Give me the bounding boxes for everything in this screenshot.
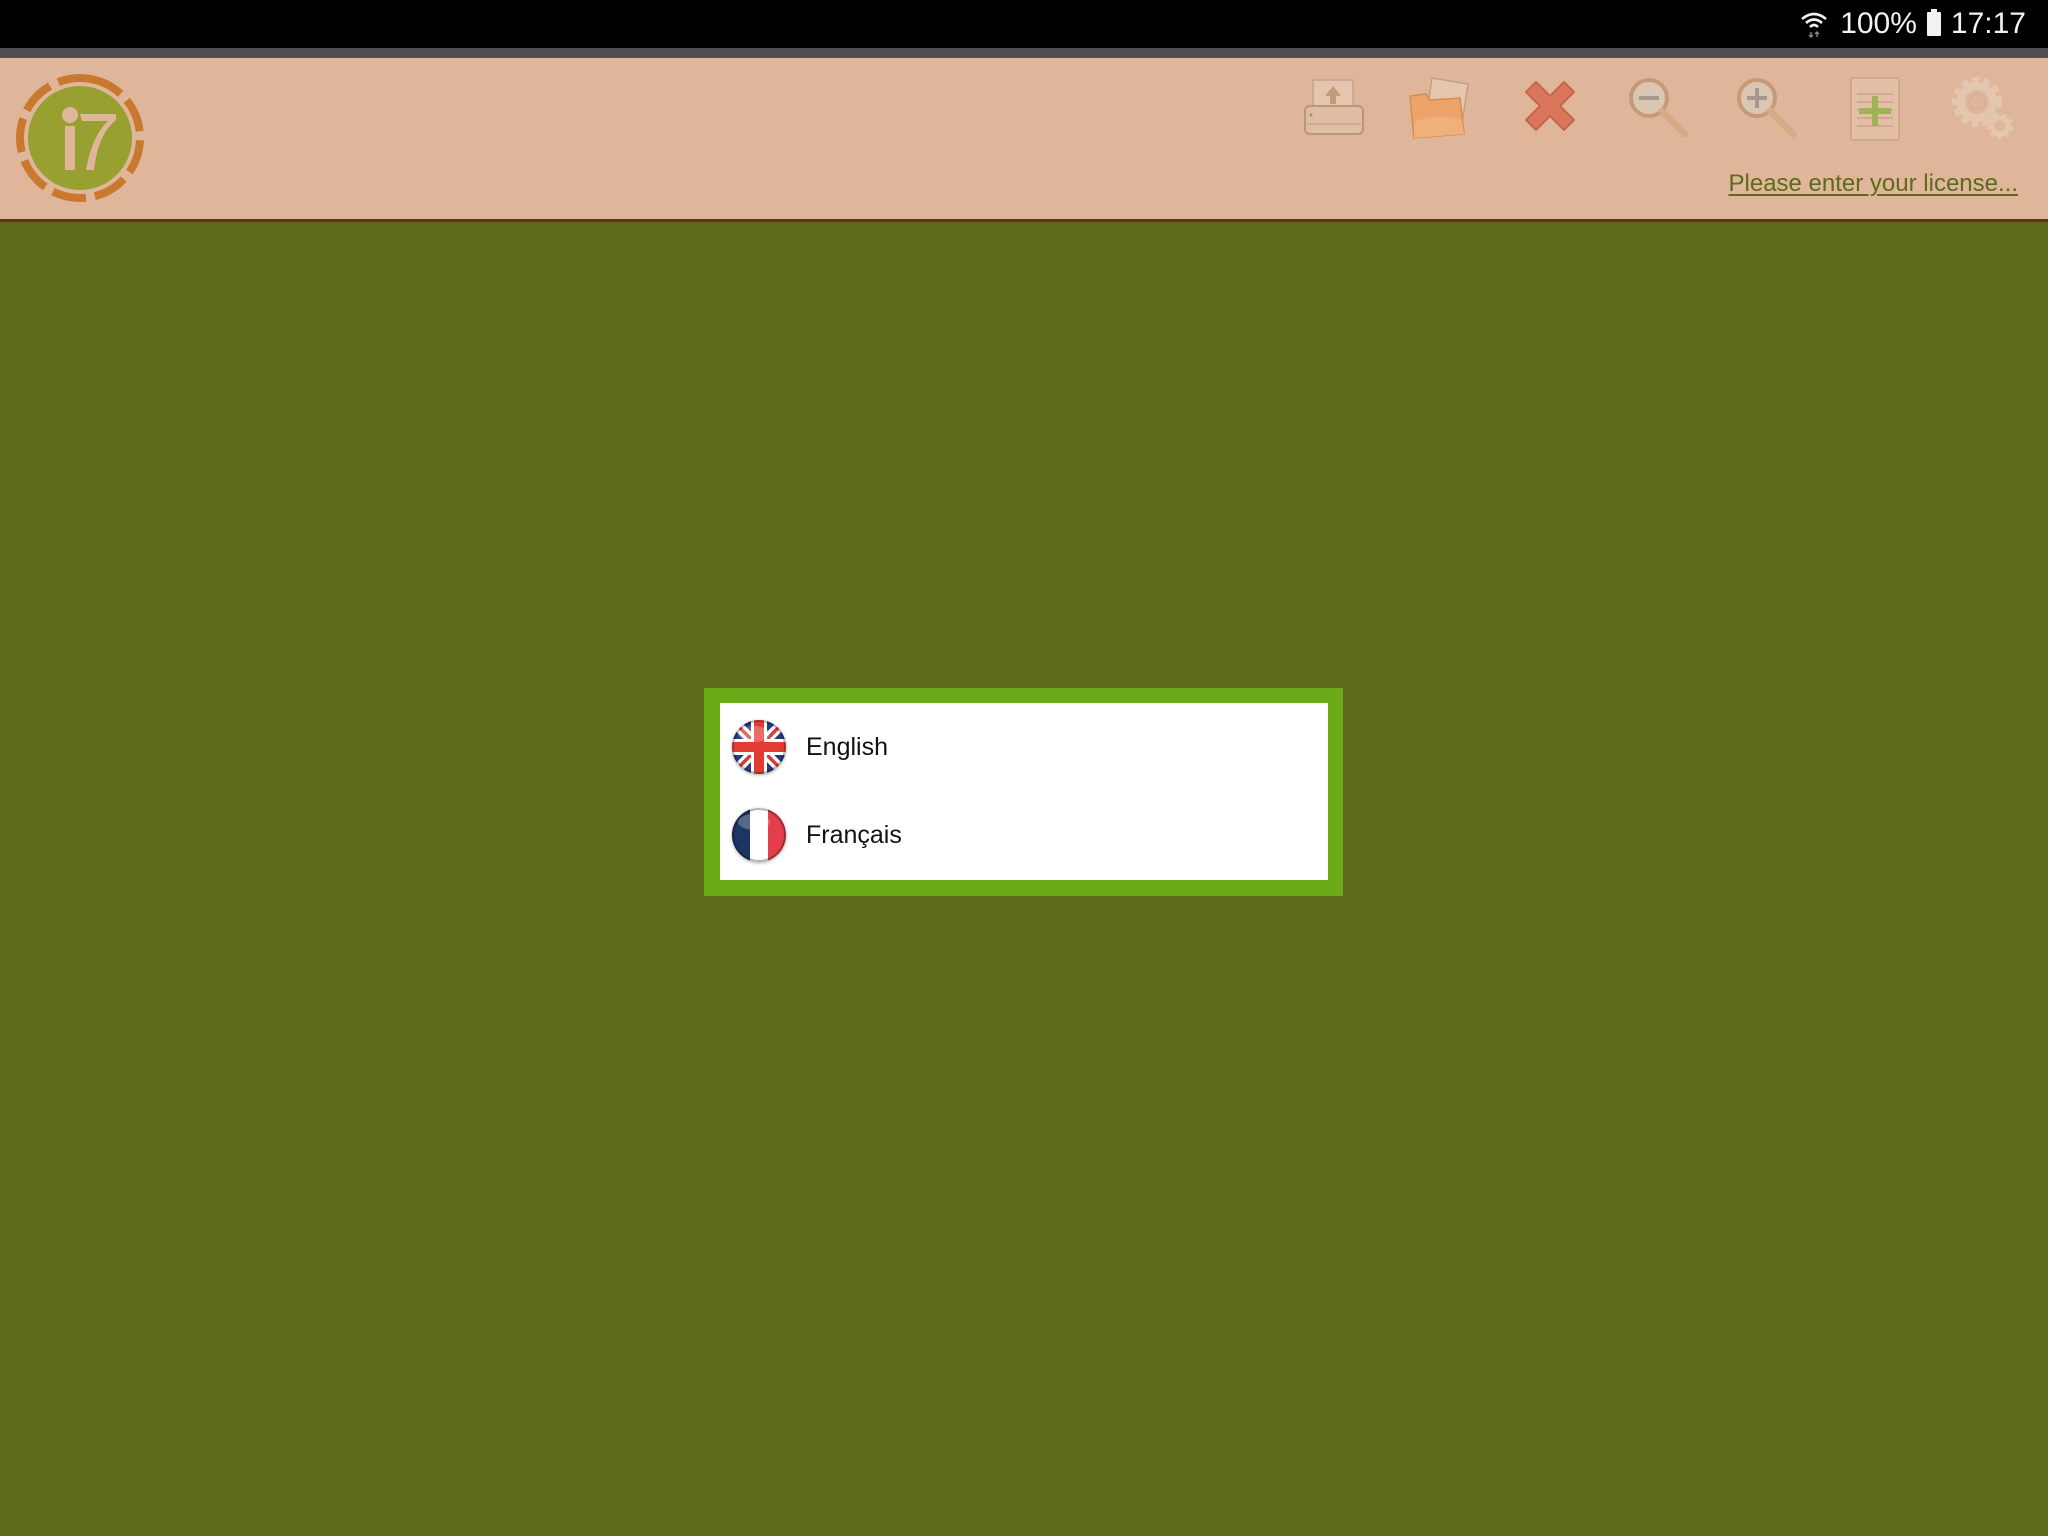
uk-flag-icon — [732, 720, 786, 774]
add-document-button[interactable] — [1833, 68, 1917, 152]
enter-license-link[interactable]: Please enter your license... — [1729, 170, 2019, 198]
zoom-out-icon — [1629, 78, 1689, 138]
status-bar-right: 100% 17:17 — [1800, 0, 2026, 48]
battery-percent: 100% — [1840, 7, 1917, 40]
printer-icon — [1304, 79, 1364, 135]
status-bar: 100% 17:17 — [0, 0, 2048, 48]
app-header: Please enter your license... — [0, 58, 2048, 222]
zoom-in-button[interactable] — [1725, 68, 1809, 152]
language-option-english[interactable]: English — [720, 703, 1328, 791]
folder-open-icon — [1409, 77, 1469, 139]
red-x-icon — [1525, 81, 1575, 131]
print-button[interactable] — [1293, 68, 1377, 152]
gears-icon — [1952, 77, 2013, 139]
close-button[interactable] — [1508, 68, 1592, 152]
status-bar-divider — [0, 48, 2048, 58]
wifi-icon — [1801, 12, 1828, 38]
open-button[interactable] — [1400, 68, 1484, 152]
clock-time: 17:17 — [1950, 7, 2026, 40]
language-option-francais[interactable]: Français — [720, 791, 1328, 879]
language-dialog: English Français — [704, 688, 1343, 896]
language-label: English — [806, 732, 888, 761]
language-list: English Français — [720, 703, 1328, 880]
battery-full-icon — [1926, 9, 1941, 36]
document-add-icon — [1850, 77, 1900, 141]
france-flag-icon — [732, 808, 786, 862]
zoom-out-button[interactable] — [1617, 68, 1701, 152]
language-label: Français — [806, 820, 902, 849]
i7-logo[interactable] — [12, 70, 148, 206]
zoom-in-icon — [1737, 78, 1797, 138]
settings-button[interactable] — [1941, 68, 2025, 152]
